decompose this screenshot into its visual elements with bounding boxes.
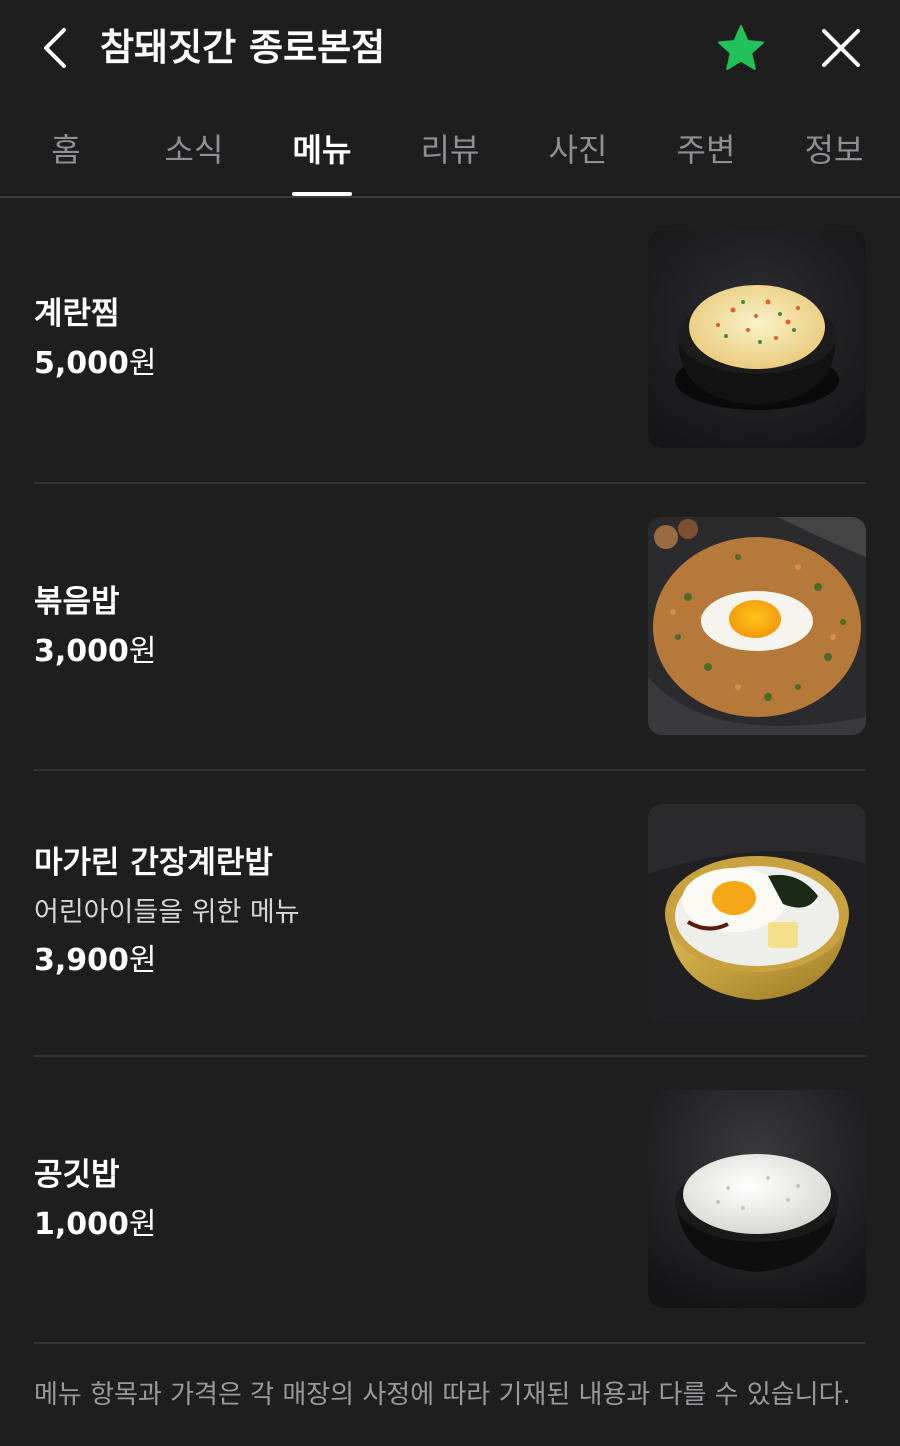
menu-item-price: 1,000원 bbox=[34, 1203, 594, 1247]
steamed-egg-photo bbox=[648, 230, 866, 448]
fried-rice-photo bbox=[648, 517, 866, 735]
favorite-button[interactable] bbox=[712, 22, 770, 74]
menu-item-name: 계란찜 bbox=[34, 296, 120, 332]
menu-item-description: 어린아이들을 위한 메뉴 bbox=[34, 897, 300, 928]
price-value: 3,900 bbox=[34, 943, 129, 978]
page-title: 참돼짓간 종로본점 bbox=[100, 26, 386, 69]
menu-item-name: 볶음밥 bbox=[34, 584, 120, 620]
menu-item-price: 3,900원 bbox=[34, 939, 594, 983]
menu-disclaimer: 메뉴 항목과 가격은 각 매장의 사정에 따라 기재된 내용과 다를 수 있습니… bbox=[34, 1380, 851, 1410]
egg-rice-bowl-photo bbox=[648, 804, 866, 1022]
rice-bowl-photo bbox=[648, 1090, 866, 1308]
menu-item-text: 공깃밥 1,000원 bbox=[34, 1153, 594, 1247]
tab-nearby[interactable]: 주변 bbox=[642, 100, 770, 196]
menu-item-steamed-egg[interactable]: 계란찜 5,000원 bbox=[34, 200, 866, 484]
tab-bar: 홈 소식 메뉴 리뷰 사진 주변 정보 bbox=[0, 100, 900, 198]
close-button[interactable] bbox=[812, 22, 870, 74]
star-icon bbox=[718, 25, 764, 70]
menu-item-margarine-egg-rice[interactable]: 마가린 간장계란밥 어린아이들을 위한 메뉴 3,900원 bbox=[34, 771, 866, 1057]
close-icon bbox=[822, 29, 860, 67]
tab-home[interactable]: 홈 bbox=[2, 100, 130, 196]
menu-item-text: 볶음밥 3,000원 bbox=[34, 580, 594, 674]
price-currency: 원 bbox=[128, 943, 157, 978]
price-currency: 원 bbox=[128, 634, 157, 669]
menu-item-name: 마가린 간장계란밥 bbox=[34, 845, 273, 881]
price-value: 5,000 bbox=[34, 346, 129, 381]
menu-item-fried-rice[interactable]: 볶음밥 3,000원 bbox=[34, 484, 866, 771]
menu-item-price: 5,000원 bbox=[34, 342, 594, 386]
price-value: 1,000 bbox=[34, 1207, 129, 1242]
app-header: 참돼짓간 종로본점 bbox=[0, 0, 900, 96]
menu-item-price: 3,000원 bbox=[34, 630, 594, 674]
menu-item-text: 마가린 간장계란밥 어린아이들을 위한 메뉴 3,900원 bbox=[34, 841, 594, 983]
menu-item-steamed-rice[interactable]: 공깃밥 1,000원 bbox=[34, 1057, 866, 1344]
back-button[interactable] bbox=[30, 22, 80, 74]
price-value: 3,000 bbox=[34, 634, 129, 669]
tab-menu[interactable]: 메뉴 bbox=[258, 100, 386, 196]
tab-photos[interactable]: 사진 bbox=[514, 100, 642, 196]
divider bbox=[34, 1342, 866, 1344]
menu-item-text: 계란찜 5,000원 bbox=[34, 292, 594, 386]
price-currency: 원 bbox=[128, 1207, 157, 1242]
tab-reviews[interactable]: 리뷰 bbox=[386, 100, 514, 196]
chevron-left-icon bbox=[44, 28, 66, 68]
tab-news[interactable]: 소식 bbox=[130, 100, 258, 196]
tab-info[interactable]: 정보 bbox=[770, 100, 898, 196]
menu-item-name: 공깃밥 bbox=[34, 1157, 120, 1193]
price-currency: 원 bbox=[128, 346, 157, 381]
